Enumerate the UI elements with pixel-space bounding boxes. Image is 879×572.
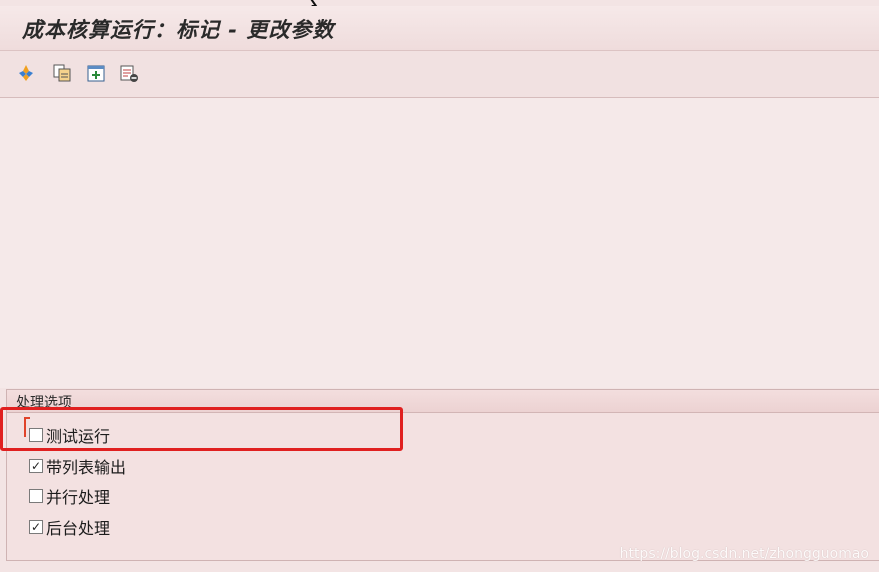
sap-window: 成本核算运行：标记 - 更改参数 处理选项 测试运行 ✓ 带列表输出 并行处理 … [0,0,879,572]
get-variant-button[interactable] [86,63,106,83]
execute-button[interactable] [16,63,36,83]
parallel-processing-option[interactable]: 并行处理 [29,485,110,507]
delete-button[interactable] [119,63,139,83]
execute-icon [19,65,33,81]
title-bar: 成本核算运行：标记 - 更改参数 [0,6,879,51]
background-processing-checkbox[interactable]: ✓ [29,520,43,534]
delete-icon [120,65,138,82]
parallel-processing-label: 并行处理 [46,488,111,507]
copy-variant-button[interactable] [52,63,72,83]
list-output-checkbox[interactable]: ✓ [29,459,43,473]
list-output-option[interactable]: ✓ 带列表输出 [29,455,126,477]
annotation-highlight-box [0,407,403,451]
background-processing-label: 后台处理 [46,519,111,538]
page-title: 成本核算运行：标记 - 更改参数 [22,18,335,42]
get-variant-icon [87,65,105,82]
copy-variant-icon [53,64,71,82]
background-processing-option[interactable]: ✓ 后台处理 [29,516,110,538]
parallel-processing-checkbox[interactable] [29,489,43,503]
application-toolbar [0,51,879,98]
list-output-label: 带列表输出 [46,458,127,477]
watermark-text: https://blog.csdn.net/zhongguomao [619,546,869,562]
selection-screen-area [0,98,879,388]
